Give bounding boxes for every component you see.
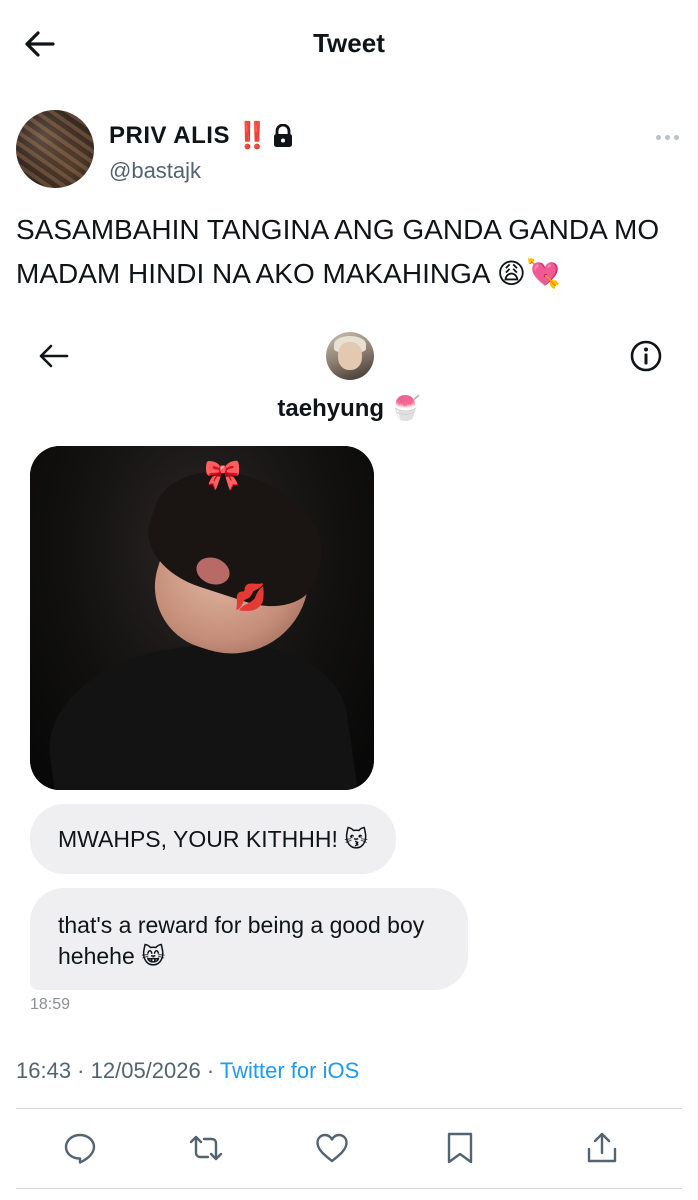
page-title: Tweet xyxy=(313,28,385,58)
tweet-date[interactable]: 12/05/2026 xyxy=(91,1058,201,1083)
dm-photo: 🎀 💋 xyxy=(30,446,374,790)
top-bar: Tweet xyxy=(0,0,698,86)
info-icon xyxy=(628,338,664,374)
dot xyxy=(674,134,679,140)
divider xyxy=(16,1188,682,1189)
message-timestamp: 18:59 xyxy=(30,996,71,1013)
message-bubble: MWAHPS, YOUR KITHHH! 😽 xyxy=(30,804,397,874)
retweet-button[interactable] xyxy=(186,1128,226,1168)
bookmark-icon xyxy=(447,1132,473,1164)
message-bubble: that's a reward for being a good boy heh… xyxy=(30,888,468,990)
info-circle-icon xyxy=(630,340,662,372)
meta-separator: · xyxy=(200,1058,220,1083)
avatar-image xyxy=(16,110,94,188)
tweet-text: SASAMBAHIN TANGINA ANG GANDA GANDA MO MA… xyxy=(16,214,660,289)
like-icon xyxy=(316,1133,348,1163)
avatar-face xyxy=(338,342,362,370)
dm-contact-avatar xyxy=(326,332,374,380)
share-icon xyxy=(587,1132,617,1163)
retweet-icon xyxy=(189,1135,223,1161)
like-button[interactable] xyxy=(312,1128,352,1168)
dot xyxy=(656,134,661,140)
dm-contact-name: taehyung 🍧 xyxy=(277,395,421,422)
meta-separator: · xyxy=(71,1058,91,1083)
tweet-actions xyxy=(16,1120,682,1176)
display-name-emphasis: ‼️ xyxy=(235,120,268,150)
attached-image[interactable]: taehyung 🍧 🎀 💋 MWAHPS, YOUR KITHHH! 😽 th… xyxy=(16,320,682,1040)
reply-button[interactable] xyxy=(60,1128,100,1168)
bow-sticker: 🎀 xyxy=(204,459,242,492)
lock-icon xyxy=(274,123,293,147)
share-button[interactable] xyxy=(582,1128,622,1168)
tweet-meta: 16:43 · 12/05/2026 · Twitter for iOS xyxy=(16,1058,359,1084)
divider xyxy=(16,1108,682,1109)
display-name-row: PRIV ALIS ‼️ xyxy=(109,120,294,151)
bookmark-button[interactable] xyxy=(440,1128,480,1168)
dot xyxy=(665,134,670,140)
kiss-sticker: 💋 xyxy=(234,582,267,612)
author-avatar[interactable] xyxy=(16,110,94,188)
tweet-time[interactable]: 16:43 xyxy=(16,1058,71,1083)
display-name[interactable]: PRIV ALIS xyxy=(109,122,230,150)
author-handle[interactable]: @bastajk xyxy=(109,158,201,184)
arrow-left-icon xyxy=(39,344,69,368)
tweet-source-link[interactable]: Twitter for iOS xyxy=(220,1058,359,1083)
tweet-author: PRIV ALIS ‼️ @bastajk xyxy=(16,110,682,194)
more-dots-icon[interactable] xyxy=(656,132,682,142)
dm-back-button xyxy=(36,338,72,374)
reply-icon xyxy=(64,1133,96,1164)
